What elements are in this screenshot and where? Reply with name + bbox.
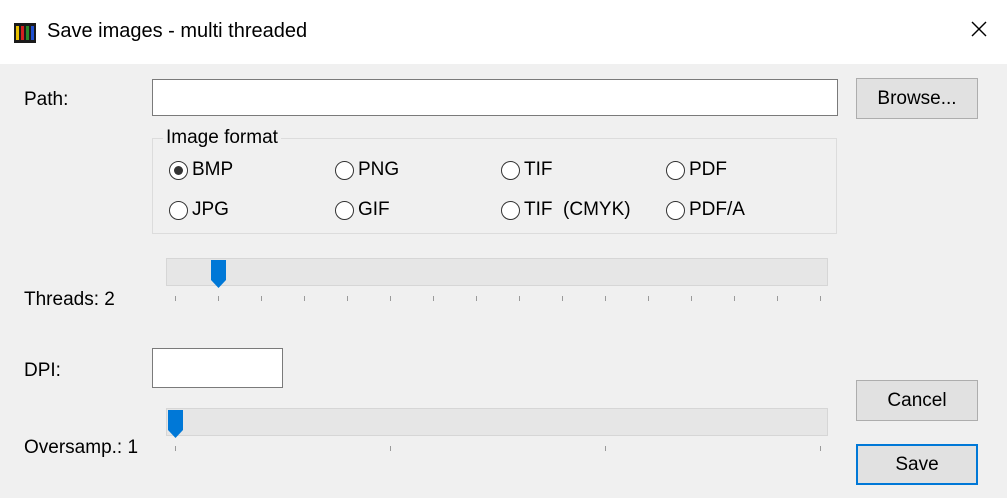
slider-tick [562, 296, 563, 301]
slider-tick [820, 296, 821, 301]
radio-tif[interactable]: TIF [501, 159, 553, 181]
save-button[interactable]: Save [856, 444, 978, 485]
browse-button[interactable]: Browse... [856, 78, 978, 119]
radio-label: PDF [689, 159, 727, 180]
radio-indicator [501, 200, 520, 220]
slider-tick [218, 296, 219, 301]
slider-tick [734, 296, 735, 301]
slider-tick [175, 296, 176, 301]
radio-label: TIF (CMYK) [524, 199, 631, 220]
save-button-label: Save [895, 453, 939, 475]
slider-tick [175, 446, 176, 451]
radio-label: PNG [358, 159, 400, 180]
slider-tick [390, 296, 391, 301]
radio-label: BMP [192, 159, 234, 180]
radio-gif[interactable]: GIF [335, 199, 390, 221]
radio-label: JPG [192, 199, 229, 220]
slider-tick [261, 296, 262, 301]
slider-tick [476, 296, 477, 301]
threads-slider-track[interactable] [166, 258, 828, 286]
dpi-input[interactable] [152, 348, 283, 388]
slider-tick [605, 296, 606, 301]
path-input[interactable] [152, 79, 838, 116]
radio-tif-cmyk[interactable]: TIF (CMYK) [501, 199, 631, 221]
slider-tick [648, 296, 649, 301]
radio-label: PDF/A [689, 199, 745, 220]
slider-thumb-icon[interactable] [211, 260, 226, 288]
radio-indicator [335, 160, 354, 180]
radio-bmp[interactable]: BMP [169, 159, 233, 181]
cancel-button-label: Cancel [887, 389, 947, 411]
slider-tick [605, 446, 606, 451]
threads-label: Threads: 2 [24, 289, 115, 310]
close-button[interactable] [951, 0, 1007, 64]
browse-button-label: Browse... [877, 87, 957, 109]
image-format-title: Image format [163, 127, 281, 149]
radio-indicator [335, 200, 354, 220]
dpi-label: DPI: [24, 360, 61, 381]
slider-tick [390, 446, 391, 451]
close-icon [970, 20, 988, 44]
slider-tick [777, 296, 778, 301]
slider-tick [691, 296, 692, 301]
slider-tick [519, 296, 520, 301]
slider-tick [433, 296, 434, 301]
slider-tick [347, 296, 348, 301]
window-title: Save images - multi threaded [47, 20, 308, 42]
radio-jpg[interactable]: JPG [169, 199, 229, 221]
radio-indicator-selected [169, 160, 188, 180]
radio-indicator [501, 160, 520, 180]
cancel-button[interactable]: Cancel [856, 380, 978, 421]
slider-thumb-icon[interactable] [168, 410, 183, 438]
radio-label: GIF [358, 199, 390, 220]
slider-tick [304, 296, 305, 301]
oversamp-slider-track[interactable] [166, 408, 828, 436]
radio-label: TIF [524, 159, 553, 180]
radio-png[interactable]: PNG [335, 159, 399, 181]
title-bar: Save images - multi threaded [0, 0, 1007, 64]
radio-indicator [169, 200, 188, 220]
oversamp-label: Oversamp.: 1 [24, 437, 139, 458]
radio-indicator [666, 200, 685, 220]
radio-pdf[interactable]: PDF [666, 159, 727, 181]
filmstrip-icon [14, 23, 36, 43]
radio-indicator [666, 160, 685, 180]
slider-tick [820, 446, 821, 451]
path-label: Path: [24, 89, 69, 110]
radio-pdfa[interactable]: PDF/A [666, 199, 745, 221]
